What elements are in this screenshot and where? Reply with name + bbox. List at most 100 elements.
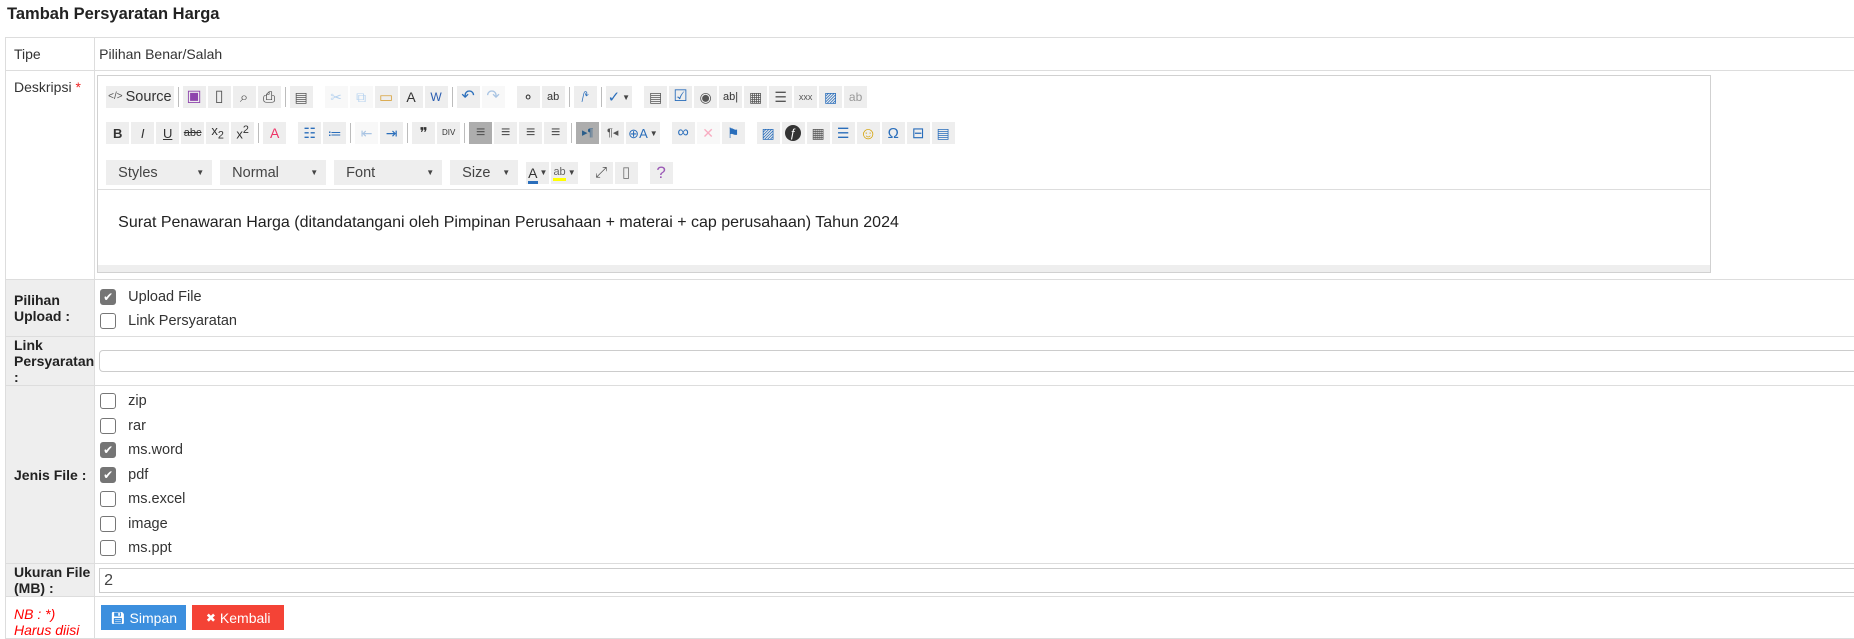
find-button[interactable]: ⚬	[517, 86, 540, 108]
copy-button[interactable]: ⧉	[350, 86, 373, 108]
specialchar-button[interactable]: Ω	[882, 122, 905, 144]
paste-button[interactable]: ▭	[375, 86, 398, 108]
checkbox[interactable]	[100, 418, 116, 434]
superscript-button[interactable]: x2	[231, 122, 254, 144]
checkbox[interactable]	[100, 313, 116, 329]
filetype-option[interactable]: ✔ms.word	[99, 438, 1854, 463]
ukuran-file-input[interactable]: 2	[99, 568, 1854, 593]
combo-font[interactable]: Font▼	[334, 160, 442, 185]
redo-button[interactable]: ↷	[482, 86, 505, 108]
creatediv-button[interactable]: DIV	[437, 122, 460, 144]
alignjustify-button[interactable]: ≡	[544, 122, 567, 144]
iframe-button[interactable]: ▤	[932, 122, 955, 144]
tipe-label: Tipe	[6, 38, 95, 71]
pasteword-button[interactable]: W	[425, 86, 448, 108]
pagebreak-button[interactable]: ⊟	[907, 122, 930, 144]
combo-size[interactable]: Size▼	[450, 160, 518, 185]
checkbox[interactable]	[100, 393, 116, 409]
removeformat-button[interactable]: A	[263, 122, 286, 144]
anchor-button[interactable]: ⚑	[722, 122, 745, 144]
upload-option[interactable]: Link Persyaratan	[99, 309, 1854, 334]
smiley-button[interactable]: ☺	[857, 122, 880, 144]
checked-checkbox[interactable]: ✔	[100, 442, 116, 458]
button-button[interactable]: xxx	[794, 86, 817, 108]
editor-content[interactable]: Surat Penawaran Harga (ditandatangani ol…	[98, 189, 1710, 265]
checkbox[interactable]	[100, 491, 116, 507]
aligncenter-button[interactable]: ≡	[494, 122, 517, 144]
combo-normal[interactable]: Normal▼	[220, 160, 326, 185]
caret-down-icon: ▼	[310, 168, 318, 177]
blockquote-button[interactable]: ❞	[412, 122, 435, 144]
language-button[interactable]: ⊕A▼	[626, 122, 660, 144]
filetype-option[interactable]: image	[99, 511, 1854, 536]
upload-option[interactable]: ✔Upload File	[99, 285, 1854, 310]
link-button[interactable]: ∞	[672, 122, 695, 144]
numberedlist-button[interactable]: ☷	[298, 122, 321, 144]
form-button[interactable]: ▤	[644, 86, 667, 108]
textcolor-button[interactable]: A▼	[526, 162, 549, 184]
save-button[interactable]: 💾︎Simpan	[101, 605, 186, 630]
outdent-button[interactable]: ⇤	[355, 122, 378, 144]
radio-button[interactable]: ◉	[694, 86, 717, 108]
cut-button[interactable]: ✂	[325, 86, 348, 108]
alignright-button[interactable]: ≡	[519, 122, 542, 144]
replace-button[interactable]: ab	[542, 86, 565, 108]
newpage-button[interactable]: ▯	[208, 86, 231, 108]
source-button[interactable]: </>Source	[106, 86, 173, 108]
table-button[interactable]: ▦	[807, 122, 830, 144]
checkbox[interactable]	[100, 540, 116, 556]
strike-icon: abc	[184, 128, 202, 139]
spellcheck-button[interactable]: ✓▼	[606, 86, 633, 108]
unlink-button[interactable]: ✕	[697, 122, 720, 144]
select-button[interactable]: ☰	[769, 86, 792, 108]
about-button[interactable]: ?	[650, 162, 673, 184]
bidirtl-button[interactable]: ¶◂	[601, 122, 624, 144]
maximize-button[interactable]: ⤢	[590, 162, 613, 184]
preview-button[interactable]: ⌕	[233, 86, 256, 108]
combo-styles[interactable]: Styles▼	[106, 160, 212, 185]
textarea-button[interactable]: ▦	[744, 86, 767, 108]
link-persyaratan-select[interactable]: ⌄	[99, 350, 1854, 372]
showblocks-button[interactable]: ▯	[615, 162, 638, 184]
horizontalrule-button[interactable]: ☰	[832, 122, 855, 144]
image-button[interactable]: ▨	[757, 122, 780, 144]
pastetext-icon: A	[406, 90, 415, 104]
checked-checkbox[interactable]: ✔	[100, 289, 116, 305]
alignleft-button[interactable]: ≡	[469, 122, 492, 144]
textfield-button[interactable]: ab|	[719, 86, 742, 108]
bulletedlist-button[interactable]: ≔	[323, 122, 346, 144]
bidiltr-button[interactable]: ▸¶	[576, 122, 599, 144]
print-button[interactable]: ⎙	[258, 86, 281, 108]
bold-button[interactable]: B	[106, 122, 129, 144]
back-button[interactable]: ✖Kembali	[192, 605, 284, 630]
pastetext-button[interactable]: A	[400, 86, 423, 108]
checked-checkbox[interactable]: ✔	[100, 467, 116, 483]
hiddenfield-button[interactable]: ab	[844, 86, 867, 108]
editor-resize-bar[interactable]	[98, 265, 1710, 272]
italic-button[interactable]: I	[131, 122, 154, 144]
textarea-icon: ▦	[749, 90, 762, 104]
imagebutton-button[interactable]: ▨	[819, 86, 842, 108]
flash-button[interactable]: ƒ	[782, 122, 805, 144]
underline-button[interactable]: U	[156, 122, 179, 144]
save-button[interactable]: ▣	[183, 86, 206, 108]
filetype-option[interactable]: ✔pdf	[99, 462, 1854, 487]
indent-button[interactable]: ⇥	[380, 122, 403, 144]
filetype-option[interactable]: ms.ppt	[99, 536, 1854, 561]
checkbox-button[interactable]: ☑	[669, 86, 692, 108]
subscript-button[interactable]: x2	[206, 122, 229, 144]
editor-text[interactable]: Surat Penawaran Harga (ditandatangani ol…	[118, 214, 899, 232]
selectall-button[interactable]: ⭚	[574, 86, 597, 108]
bgcolor-button[interactable]: ab▼	[551, 162, 577, 184]
find-icon: ⚬	[522, 90, 534, 104]
back-label: Kembali	[220, 610, 271, 626]
strike-button[interactable]: abc	[181, 122, 204, 144]
filetype-option[interactable]: ms.excel	[99, 487, 1854, 512]
undo-button[interactable]: ↶	[457, 86, 480, 108]
checkbox[interactable]	[100, 516, 116, 532]
caret-down-icon: ▼	[622, 93, 630, 102]
filetype-option[interactable]: rar	[99, 413, 1854, 438]
templates-button[interactable]: ▤	[290, 86, 313, 108]
filetype-option[interactable]: zip	[99, 389, 1854, 414]
pilihan-upload-options: ✔Upload FileLink Persyaratan	[95, 280, 1854, 337]
